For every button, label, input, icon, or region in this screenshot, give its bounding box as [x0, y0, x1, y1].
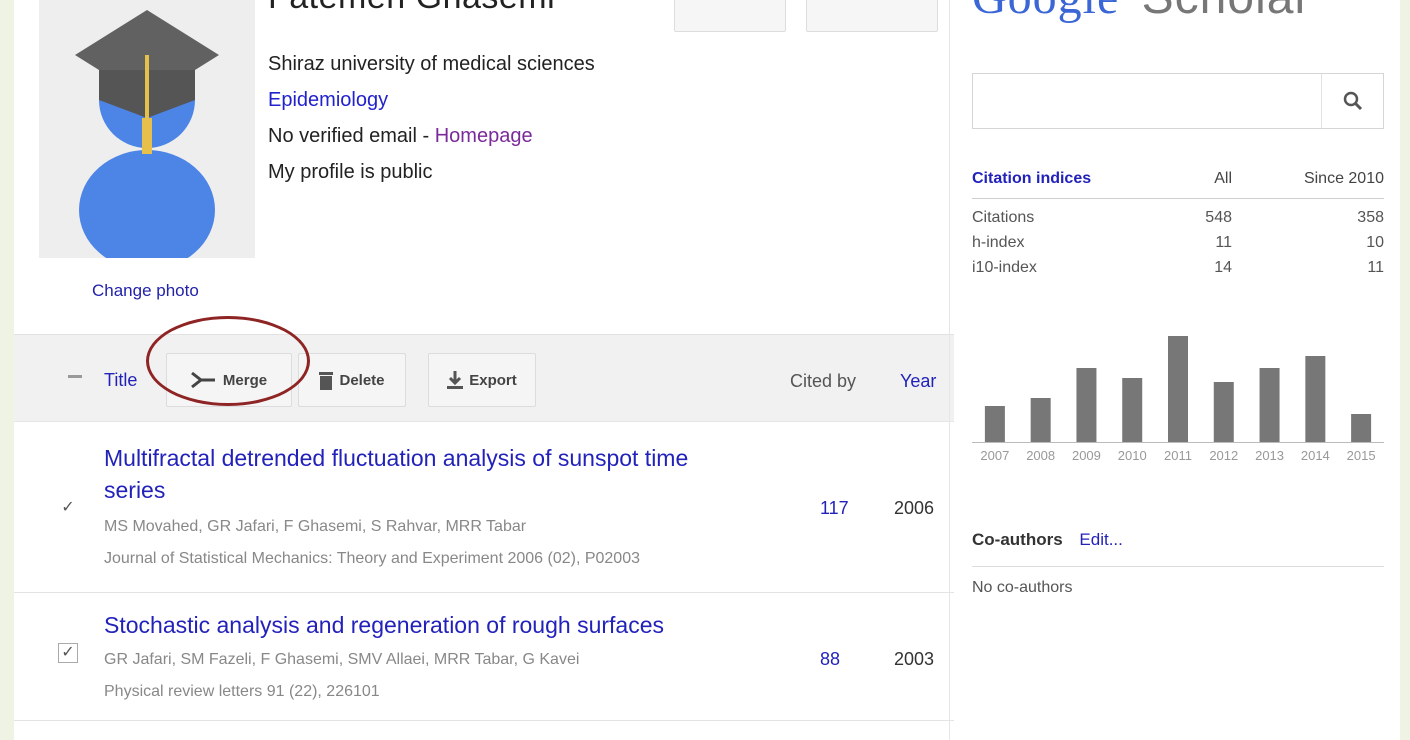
column-divider	[949, 0, 950, 740]
delete-label: Delete	[339, 371, 385, 389]
logo-google: Google	[972, 0, 1119, 24]
chart-tick-label: 2008	[1026, 448, 1055, 463]
col-all-header: All	[1214, 170, 1232, 187]
article-year: 2003	[894, 649, 935, 669]
export-button[interactable]: Export	[428, 353, 536, 407]
metric-label: i10-index	[972, 258, 1037, 276]
chart-bar-2007[interactable]	[984, 406, 1005, 442]
article-title-line: series	[104, 477, 166, 503]
chart-bar-2013[interactable]	[1259, 368, 1280, 442]
article-year: 2006	[894, 498, 935, 518]
google-scholar-logo[interactable]: Google Scholar	[972, 0, 1311, 25]
profile-header: Fatemeh Ghasemi Change photo Shiraz univ…	[14, 0, 954, 330]
metric-label: Citations	[972, 208, 1035, 226]
coauthors-section: Co-authors Edit... No co-authors	[972, 530, 1384, 597]
article-cited-count[interactable]: 88	[820, 649, 840, 670]
profile-name: Fatemeh Ghasemi	[268, 0, 555, 17]
metric-all: 11	[1215, 233, 1232, 251]
chart-tick-label: 2010	[1118, 448, 1147, 463]
article-journal: Physical review letters 91 (22), 226101	[104, 683, 380, 700]
row-divider	[14, 720, 954, 721]
chart-bar-2011[interactable]	[1168, 336, 1188, 442]
citations-per-year-chart: 2007 2008 2009 2010 2011 2012 2013 2014 2015	[972, 336, 1384, 463]
trash-icon	[319, 372, 334, 390]
chart-bar-2014[interactable]	[1305, 356, 1326, 442]
citation-indices-title[interactable]: Citation indices	[972, 170, 1182, 188]
download-icon	[447, 371, 464, 389]
citation-indices-header: Citation indices All Since 2010	[972, 160, 1384, 199]
chart-tick-label: 2015	[1347, 448, 1376, 463]
chart-tick-label: 2012	[1209, 448, 1238, 463]
email-text: No verified email -	[268, 125, 435, 147]
sort-by-cited-link[interactable]: Cited by	[790, 371, 856, 392]
chart-bar-2015[interactable]	[1351, 414, 1372, 442]
article-authors: MS Movahed, GR Jafari, F Ghasemi, S Rahv…	[104, 518, 527, 535]
chart-bar-2012[interactable]	[1213, 382, 1234, 442]
export-label: Export	[469, 371, 517, 389]
article-checkbox[interactable]: ✓	[58, 643, 78, 663]
article-cited-count[interactable]: 117	[820, 498, 849, 519]
field-link[interactable]: Epidemiology	[268, 82, 595, 118]
article-checkbox[interactable]: ✓	[58, 498, 78, 518]
col-since-header: Since 2010	[1303, 170, 1384, 187]
article-journal: Journal of Statistical Mechanics: Theory…	[104, 550, 640, 567]
chart-tick-label: 2007	[980, 448, 1009, 463]
default-avatar-icon	[75, 10, 219, 270]
chart-tick-label: 2013	[1255, 448, 1284, 463]
homepage-link[interactable]: Homepage	[435, 125, 533, 147]
citation-row: i10-index 14 11	[972, 255, 1384, 280]
no-coauthors-text: No co-authors	[972, 579, 1073, 596]
chart-bar-2009[interactable]	[1076, 368, 1097, 442]
avatar[interactable]	[39, 0, 255, 270]
sort-by-title-link[interactable]: Title	[104, 370, 137, 391]
chart-tick-label: 2011	[1164, 448, 1192, 463]
chart-bar-2008[interactable]	[1030, 398, 1051, 442]
coauthors-edit-link[interactable]: Edit...	[1079, 530, 1122, 549]
logo-scholar: Scholar	[1142, 0, 1312, 24]
visibility-status: My profile is public	[268, 161, 433, 183]
article-row: ✓ Multifractal detrended fluctuation ana…	[14, 420, 954, 592]
metric-all: 548	[1205, 208, 1232, 226]
search-icon	[1343, 91, 1363, 111]
article-title-link[interactable]: Stochastic analysis and regeneration of …	[104, 609, 664, 641]
article-row: ✓ Stochastic analysis and regeneration o…	[14, 593, 954, 719]
citation-row: Citations 548 358	[972, 205, 1384, 230]
edit-button-partial[interactable]	[806, 0, 938, 32]
citation-indices-table: Citation indices All Since 2010 Citation…	[972, 160, 1384, 280]
article-authors: GR Jafari, SM Fazeli, F Ghasemi, SMV All…	[104, 651, 580, 668]
chart-bar-2010[interactable]	[1122, 378, 1143, 442]
article-title-link[interactable]: Multifractal detrended fluctuation analy…	[104, 442, 688, 506]
search-input[interactable]	[972, 73, 1384, 129]
scholar-profile-page: Fatemeh Ghasemi Change photo Shiraz univ…	[14, 0, 1400, 740]
affiliation: Shiraz university of medical sciences	[268, 53, 595, 75]
coauthors-header: Co-authors Edit...	[972, 530, 1384, 567]
metric-since: 358	[1357, 208, 1384, 226]
citation-row: h-index 11 10	[972, 230, 1384, 255]
select-all-minus-icon[interactable]	[68, 375, 82, 378]
email-line: No verified email - Homepage	[268, 118, 595, 154]
delete-button[interactable]: Delete	[298, 353, 406, 407]
metric-since: 11	[1367, 258, 1384, 276]
chart-tick-label: 2014	[1301, 448, 1330, 463]
change-photo-link[interactable]: Change photo	[92, 281, 199, 301]
metric-label: h-index	[972, 233, 1025, 251]
sort-by-year-link[interactable]: Year	[900, 371, 936, 392]
article-title-line: Multifractal detrended fluctuation analy…	[104, 445, 689, 471]
merge-annotation-circle	[146, 316, 310, 406]
search-button[interactable]	[1321, 74, 1384, 128]
coauthors-title: Co-authors	[972, 530, 1063, 549]
metric-since: 10	[1366, 233, 1384, 251]
follow-button-partial[interactable]	[674, 0, 786, 32]
chart-tick-label: 2009	[1072, 448, 1101, 463]
metric-all: 14	[1214, 258, 1232, 276]
profile-info: Shiraz university of medical sciences Ep…	[268, 46, 595, 190]
